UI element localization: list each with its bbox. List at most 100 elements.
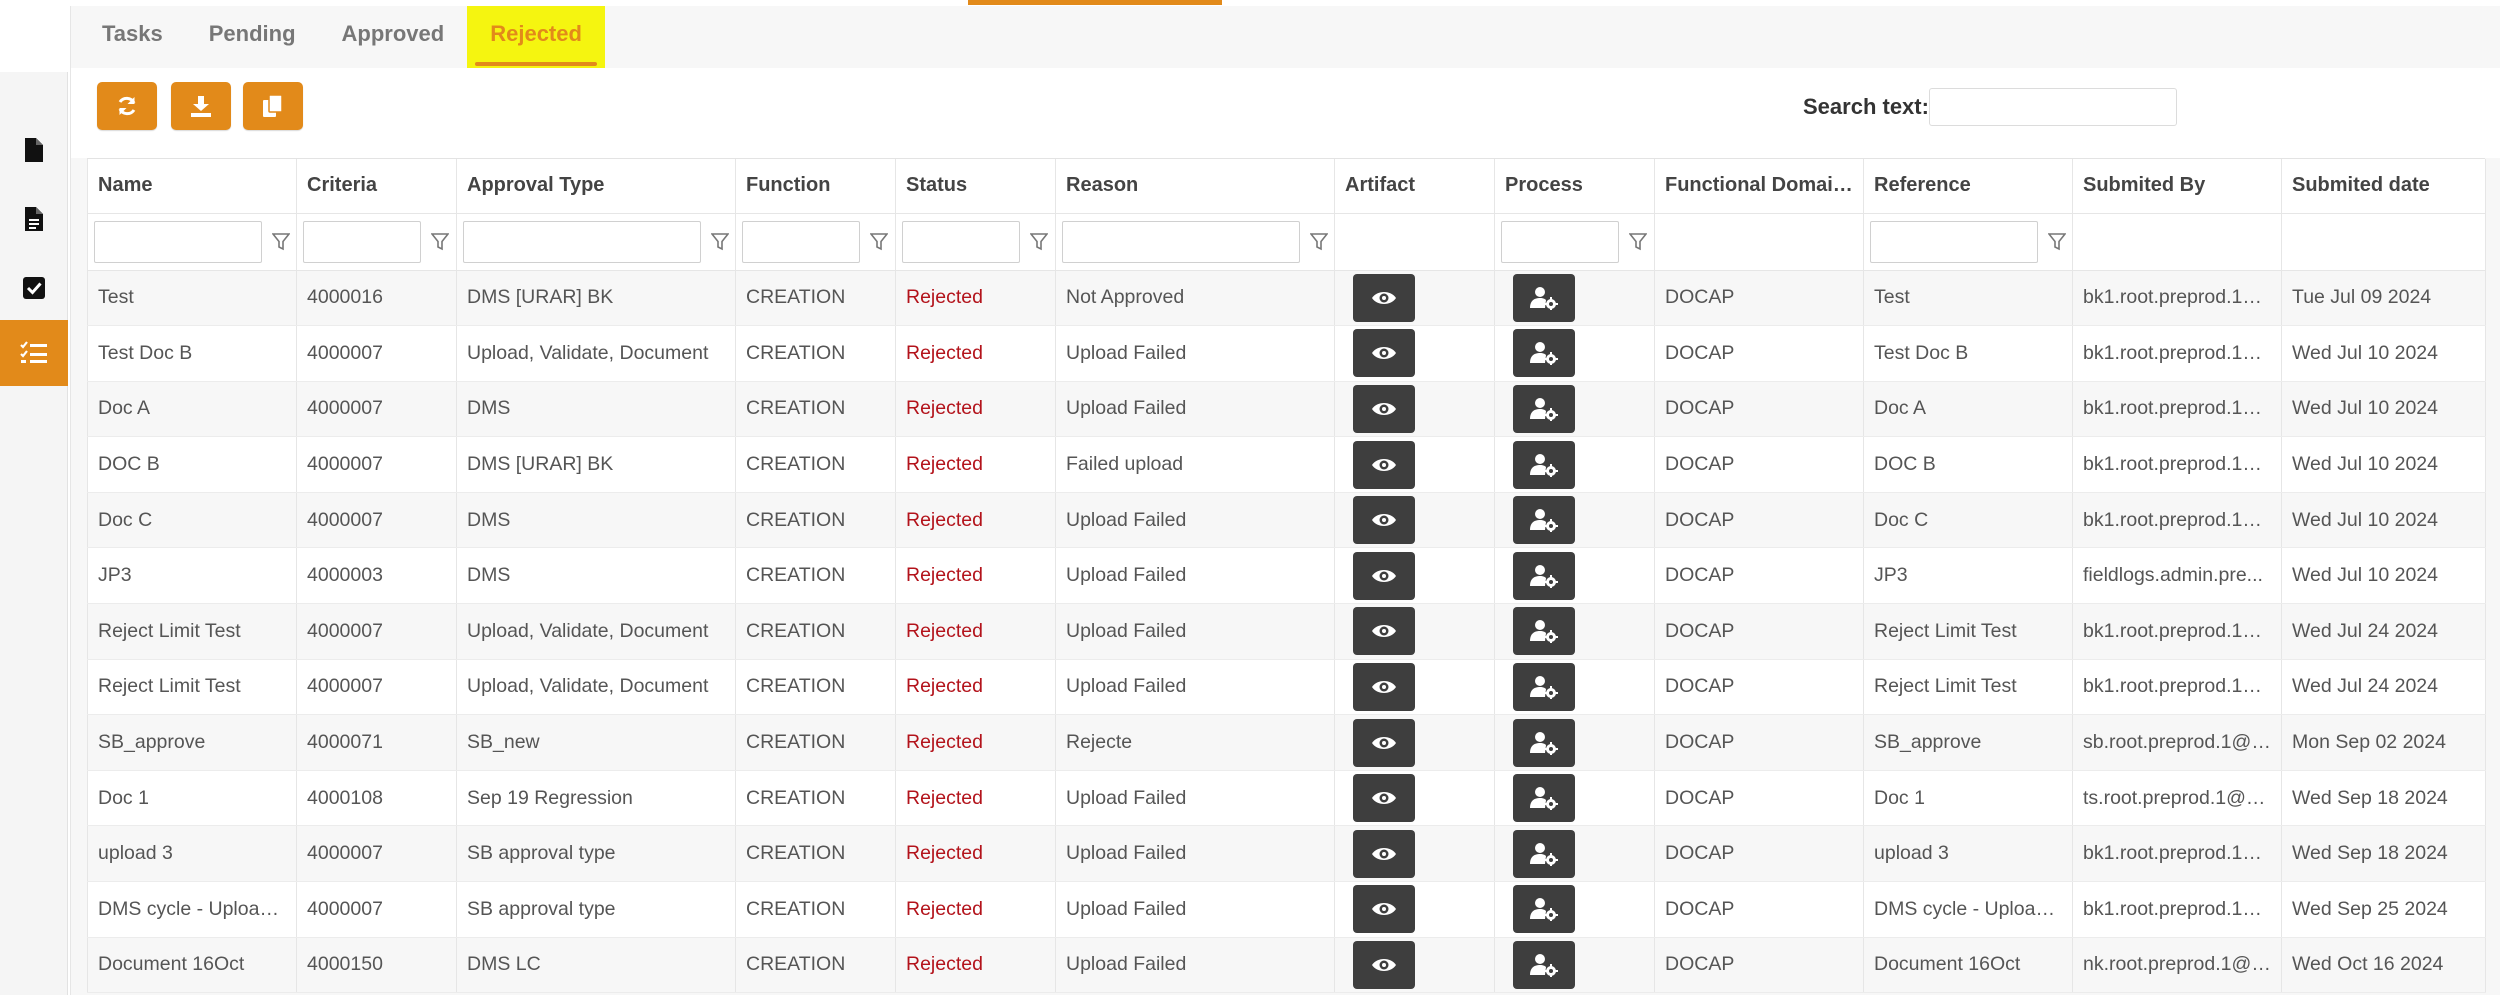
view-process-button[interactable]: [1513, 329, 1575, 378]
table-row[interactable]: DMS cycle - Upload ... 4000007 SB approval…: [87, 881, 2486, 938]
view-artifact-button[interactable]: [1353, 329, 1415, 378]
filter-icon[interactable]: [2048, 232, 2066, 251]
filter-input-process[interactable]: [1501, 220, 1619, 263]
view-artifact-button[interactable]: [1353, 496, 1415, 545]
view-process-button[interactable]: [1513, 384, 1575, 433]
sidebar-item-documents[interactable]: [0, 117, 68, 183]
column-header-process[interactable]: Process: [1494, 159, 1655, 214]
view-artifact-button[interactable]: [1353, 662, 1415, 711]
view-process-button[interactable]: [1513, 551, 1575, 600]
copy-button[interactable]: [243, 82, 303, 130]
cell-status: Rejected: [895, 825, 1056, 883]
table-row[interactable]: Document 16Oct 4000150 DMS LC CREATION Rejec…: [87, 937, 2486, 994]
cell-domain: DOCAP: [1654, 825, 1864, 883]
process-cell: [1494, 381, 1655, 438]
view-artifact-button[interactable]: [1353, 273, 1415, 322]
filter-icon[interactable]: [1310, 232, 1328, 251]
view-process-button[interactable]: [1513, 829, 1575, 878]
view-process-button[interactable]: [1513, 774, 1575, 823]
view-process-button[interactable]: [1513, 607, 1575, 656]
sidebar-item-document-list[interactable]: [0, 186, 68, 252]
user-gear-icon: [1530, 675, 1558, 699]
column-header-submitted-by[interactable]: Submited By: [2072, 159, 2282, 214]
cell-name: Doc C: [87, 492, 297, 549]
filter-input-status[interactable]: [902, 220, 1020, 263]
filter-wrap: [94, 220, 290, 263]
table-row[interactable]: Doc 1 4000108 Sep 19 Regression CREATION Rej…: [87, 770, 2486, 827]
view-process-button[interactable]: [1513, 718, 1575, 767]
cell-reference: Doc 1: [1863, 770, 2073, 827]
table-row[interactable]: Reject Limit Test 4000007 Upload, Validate…: [87, 659, 2486, 716]
filter-input-reason[interactable]: [1062, 220, 1300, 263]
search-input[interactable]: [1929, 88, 2177, 126]
column-header-status[interactable]: Status: [895, 159, 1056, 214]
view-artifact-button[interactable]: [1353, 885, 1415, 934]
filter-icon[interactable]: [711, 232, 729, 251]
cell-submitted-date: Wed Jul 10 2024: [2281, 492, 2486, 549]
filter-input-function[interactable]: [742, 220, 860, 263]
filter-icon[interactable]: [1030, 232, 1048, 251]
filter-icon[interactable]: [1629, 232, 1647, 251]
column-header-name[interactable]: Name: [87, 159, 297, 214]
refresh-button[interactable]: [97, 82, 157, 130]
table-row[interactable]: SB_approve 4000071 SB_new CREATION Rejected R…: [87, 714, 2486, 771]
view-artifact-button[interactable]: [1353, 607, 1415, 656]
view-artifact-button[interactable]: [1353, 718, 1415, 767]
document-icon: [25, 138, 43, 162]
view-process-button[interactable]: [1513, 496, 1575, 545]
cell-status: Rejected: [895, 937, 1056, 994]
table-row[interactable]: Test Doc B 4000007 Upload, Validate, Docum…: [87, 325, 2486, 382]
filter-icon[interactable]: [272, 232, 290, 251]
tab-rejected[interactable]: Rejected: [467, 6, 605, 68]
view-artifact-button[interactable]: [1353, 551, 1415, 600]
cell-reason: Failed upload: [1055, 436, 1335, 493]
view-artifact-button[interactable]: [1353, 829, 1415, 878]
table-row[interactable]: Reject Limit Test 4000007 Upload, Validate…: [87, 603, 2486, 660]
table-row[interactable]: upload 3 4000007 SB approval type CREATION R…: [87, 825, 2486, 883]
view-process-button[interactable]: [1513, 273, 1575, 322]
table-row[interactable]: Test 4000016 DMS [URAR] BK CREATION Rejected…: [87, 270, 2486, 327]
sidebar-item-approvals[interactable]: [0, 255, 68, 321]
view-process-button[interactable]: [1513, 940, 1575, 989]
view-artifact-button[interactable]: [1353, 384, 1415, 433]
filter-input-reference[interactable]: [1870, 220, 2038, 263]
column-header-approval-type[interactable]: Approval Type: [456, 159, 736, 214]
column-header-domain[interactable]: Functional Domain...: [1654, 159, 1864, 214]
tab-tasks[interactable]: Tasks: [79, 6, 186, 68]
process-cell: [1494, 881, 1655, 938]
filter-input-criteria[interactable]: [303, 220, 421, 263]
cell-approval-type: Sep 19 Regression: [456, 770, 736, 827]
download-button[interactable]: [171, 82, 231, 130]
table-row[interactable]: DOC B 4000007 DMS [URAR] BK CREATION Rejecte…: [87, 436, 2486, 493]
view-artifact-button[interactable]: [1353, 774, 1415, 823]
view-artifact-button[interactable]: [1353, 440, 1415, 489]
cell-name: Test Doc B: [87, 325, 297, 382]
cell-function: CREATION: [735, 937, 896, 994]
filter-input-approval-type[interactable]: [463, 220, 701, 263]
view-artifact-button[interactable]: [1353, 940, 1415, 989]
filter-icon[interactable]: [870, 232, 888, 251]
column-header-submitted-date[interactable]: Submited date: [2281, 159, 2486, 214]
table-row[interactable]: JP3 4000003 DMS CREATION Rejected Upload Fail…: [87, 547, 2486, 605]
artifact-cell: [1334, 547, 1495, 605]
column-header-reason[interactable]: Reason: [1055, 159, 1335, 214]
process-cell: [1494, 325, 1655, 382]
cell-function: CREATION: [735, 881, 896, 938]
filter-input-name[interactable]: [94, 220, 262, 263]
tab-pending[interactable]: Pending: [186, 6, 319, 68]
table-row[interactable]: Doc A 4000007 DMS CREATION Rejected Upload Fa…: [87, 381, 2486, 438]
eye-icon: [1371, 567, 1397, 585]
table-row[interactable]: Doc C 4000007 DMS CREATION Rejected Upload Fa…: [87, 492, 2486, 549]
checklist-icon: [20, 341, 47, 363]
column-header-artifact[interactable]: Artifact: [1334, 159, 1495, 214]
filter-cell-name: [87, 213, 297, 271]
view-process-button[interactable]: [1513, 440, 1575, 489]
column-header-function[interactable]: Function: [735, 159, 896, 214]
filter-icon[interactable]: [431, 232, 449, 251]
column-header-reference[interactable]: Reference: [1863, 159, 2073, 214]
view-process-button[interactable]: [1513, 662, 1575, 711]
column-header-criteria[interactable]: Criteria: [296, 159, 457, 214]
sidebar-item-tasks[interactable]: [0, 320, 68, 386]
view-process-button[interactable]: [1513, 885, 1575, 934]
tab-approved[interactable]: Approved: [319, 6, 468, 68]
